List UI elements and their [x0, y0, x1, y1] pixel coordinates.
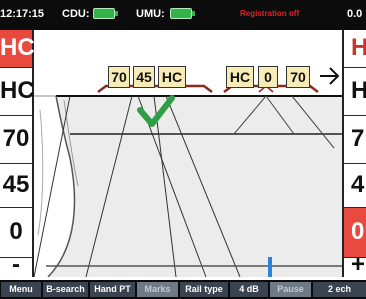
probe-tag-hc-right[interactable]: HC	[226, 66, 254, 88]
rail-scan-view: 70 45 HC HC 0 70	[34, 30, 342, 277]
channel-label: +	[351, 258, 366, 277]
channel-label: -	[12, 251, 20, 278]
right-channel-h-top[interactable]: H	[342, 30, 366, 68]
left-channel-minus[interactable]: -	[0, 253, 34, 277]
left-channel-45[interactable]: 45	[0, 164, 34, 208]
gain-button[interactable]: 4 dB	[230, 282, 268, 297]
flaw-detector-screen: 12:17:15 CDU: UMU: Registration off 0.0 …	[0, 0, 366, 299]
rail-profile-shape	[48, 96, 342, 277]
button-label: Menu	[9, 284, 33, 294]
probe-tag-45[interactable]: 45	[133, 66, 155, 88]
b-search-button[interactable]: B-search	[43, 282, 88, 297]
channel-label: 70	[2, 125, 30, 152]
probe-tag-hc-left[interactable]: HC	[158, 66, 186, 88]
tag-label: 45	[136, 69, 152, 85]
probe-tag-0[interactable]: 0	[258, 66, 278, 88]
probe-tag-70[interactable]: 70	[108, 66, 130, 88]
channel-label: 0	[9, 218, 23, 245]
channel-label: HC	[0, 34, 35, 61]
right-channel-0[interactable]: 0	[342, 208, 366, 258]
button-label: 2 ech	[327, 284, 351, 294]
tag-label: HC	[161, 69, 183, 85]
rail-type-button[interactable]: Rail type	[180, 282, 228, 297]
tag-label: 70	[290, 69, 306, 85]
marks-button[interactable]: Marks	[137, 282, 178, 297]
right-channel-plus[interactable]: +	[342, 258, 366, 277]
tag-label: 70	[111, 69, 127, 85]
status-bar: 12:17:15 CDU: UMU: Registration off 0.0	[0, 0, 366, 30]
left-channel-column: HC HC 70 45 0 -	[0, 30, 35, 277]
umu-battery-icon	[170, 8, 195, 19]
left-channel-70[interactable]: 70	[0, 116, 34, 164]
tag-label: HC	[229, 69, 251, 85]
channel-label: 7	[351, 125, 365, 152]
cdu-battery-icon	[93, 8, 118, 19]
echo-button[interactable]: 2 ech	[313, 282, 366, 297]
left-channel-hc[interactable]: HC	[0, 68, 35, 116]
pause-button[interactable]: Pause	[270, 282, 311, 297]
channel-label: 45	[2, 171, 30, 198]
button-label: 4 dB	[239, 284, 259, 294]
probe-tag-70-right[interactable]: 70	[286, 66, 310, 88]
cdu-label: CDU:	[62, 8, 90, 20]
channel-label: H	[351, 34, 366, 61]
button-label: Rail type	[185, 284, 223, 294]
clock-readout: 12:17:15	[0, 8, 45, 20]
right-channel-7[interactable]: 7	[342, 116, 366, 164]
channel-label: HC	[0, 77, 35, 104]
channel-label: H	[351, 77, 366, 104]
hand-pt-button[interactable]: Hand PT	[90, 282, 135, 297]
umu-label: UMU:	[136, 8, 165, 20]
tag-label: 0	[264, 69, 272, 85]
channel-label: 0	[351, 218, 365, 245]
button-label: B-search	[46, 284, 85, 294]
right-channel-h[interactable]: H	[342, 68, 366, 116]
right-channel-4[interactable]: 4	[342, 164, 366, 208]
right-channel-column: H H 7 4 0 +	[342, 30, 366, 277]
button-label: Hand PT	[94, 284, 131, 294]
left-channel-hc-top[interactable]: HC	[0, 30, 35, 68]
menu-button[interactable]: Menu	[1, 282, 41, 297]
button-label: Pause	[277, 284, 304, 294]
channel-label: 4	[351, 171, 365, 198]
button-label: Marks	[144, 284, 171, 294]
main-panel: HC HC 70 45 0 - 70 45 HC HC 0 70 7 4 0 +	[0, 30, 366, 277]
right-readout: 0.0	[347, 8, 363, 20]
bottom-toolbar: Menu B-search Hand PT Marks Rail type 4 …	[0, 280, 366, 299]
registration-status: Registration off	[240, 9, 300, 18]
